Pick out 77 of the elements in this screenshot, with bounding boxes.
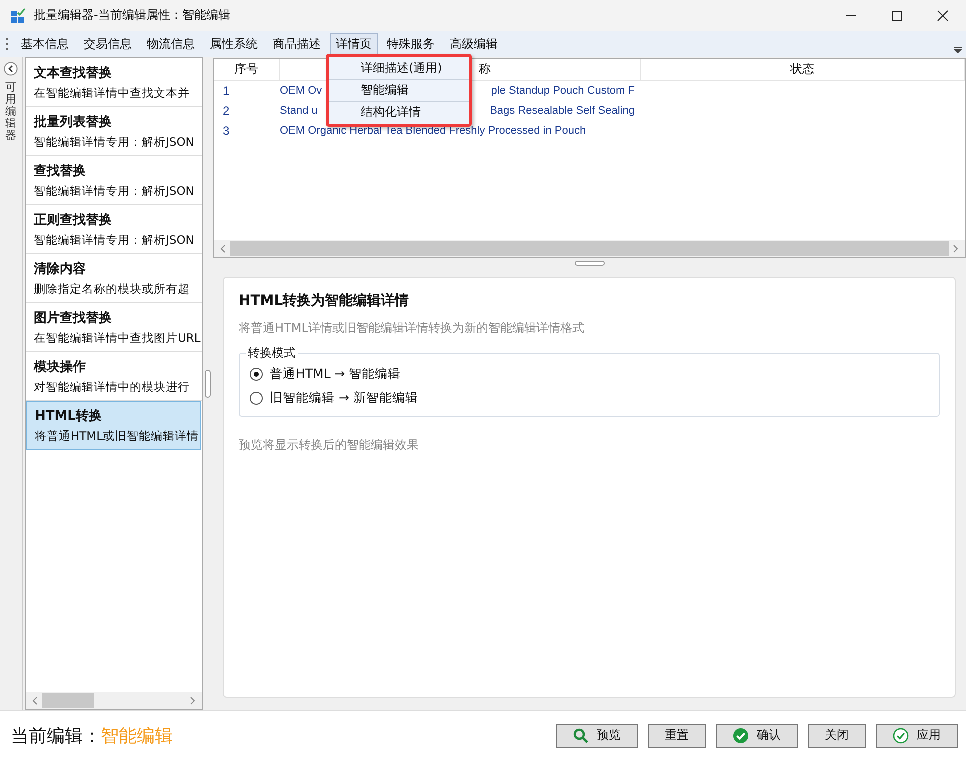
group-label: 转换模式 (246, 345, 298, 362)
maximize-icon[interactable] (891, 10, 903, 22)
editor-title: 正则查找替换 (34, 212, 113, 228)
window-title: 批量编辑器-当前编辑属性：智能编辑 (34, 7, 230, 24)
editor-description: 智能编辑详情专用：解析JSON (34, 232, 196, 248)
splitter-handle[interactable] (574, 260, 604, 266)
table-cell-text: 1 (222, 84, 231, 98)
action-button[interactable]: 重置 (648, 724, 706, 748)
editor-description: 智能编辑详情专用：解析JSON (34, 184, 196, 198)
editor-title: 批量列表替换 (34, 114, 113, 130)
horizontal-scrollbar[interactable] (26, 692, 202, 709)
editor-title: 图片查找替换 (34, 310, 113, 326)
table-cell: ple Standup Pouch Custom F (491, 85, 635, 97)
menu-item[interactable]: 特殊服务 (381, 32, 441, 56)
check-circle-icon (733, 728, 749, 744)
editor-list-item[interactable]: 文本查找替换 在智能编辑详情中查找文本并 (26, 58, 202, 107)
table-cell: Stand u (280, 105, 318, 117)
status-value: 智能编辑 (101, 724, 173, 748)
action-button[interactable]: 确认 (716, 724, 798, 748)
editor-title: 查找替换 (34, 162, 87, 180)
menu-item[interactable]: 基本信息 (15, 32, 75, 56)
editor-list-item[interactable]: HTML转换 将普通HTML或旧智能编辑详情 (26, 401, 201, 450)
menu-option[interactable]: 详细描述(通用) (329, 58, 469, 80)
menu-item[interactable]: 物流信息 (141, 32, 201, 56)
editor-list-item[interactable]: 正则查找替换 智能编辑详情专用：解析JSON (26, 205, 202, 254)
editor-list-item[interactable]: 批量列表替换 智能编辑详情专用：解析JSON (26, 107, 202, 156)
action-button[interactable]: 关闭 (808, 724, 866, 748)
editor-description: 对智能编辑详情中的模块进行 (34, 380, 191, 394)
table-cell-text: 3 (222, 124, 231, 138)
table-cell: Bags Resealable Self Sealing (490, 105, 635, 117)
menu-item[interactable]: 属性系统 (204, 32, 264, 56)
action-button[interactable]: 应用 (876, 724, 958, 748)
panel-subtitle: 将普通HTML详情或旧智能编辑详情转换为新的智能编辑详情格式 (239, 320, 586, 337)
scroll-thumb[interactable] (230, 241, 949, 256)
editor-title: 模块操作 (34, 358, 87, 376)
scroll-right-icon[interactable] (190, 696, 196, 704)
editor-description: 在智能编辑详情中查找文本并 (34, 86, 191, 100)
app-icon (10, 8, 26, 24)
menu-option[interactable]: 结构化详情 (329, 102, 469, 123)
editor-description: 将普通HTML或旧智能编辑详情 (35, 429, 200, 444)
splitter-handle[interactable] (205, 370, 211, 398)
column-header[interactable]: 序号 (214, 59, 280, 80)
editor-description: 删除指定名称的模块或所有超 (34, 282, 191, 296)
menu-item[interactable]: 详情页 (330, 32, 378, 56)
search-icon (573, 728, 589, 744)
editor-list-item[interactable]: 图片查找替换 在智能编辑详情中查找图片URL (26, 303, 202, 352)
editor-list-item[interactable]: 清除内容 删除指定名称的模块或所有超 (26, 254, 202, 303)
column-header[interactable]: 状态 (641, 59, 965, 80)
table-cell-text: 2 (222, 104, 231, 118)
editor-description: 智能编辑详情专用：解析JSON (34, 134, 196, 150)
sidebar-toggle-label[interactable]: 可用编辑器 (6, 82, 16, 142)
overflow-caret-icon[interactable] (954, 47, 962, 53)
grip-icon (6, 36, 9, 52)
panel-title: HTML转换为智能编辑详情 (239, 292, 410, 310)
scroll-left-icon[interactable] (220, 244, 226, 252)
check-circle-icon (893, 728, 909, 744)
collapse-icon[interactable] (4, 62, 18, 76)
scroll-left-icon[interactable] (32, 696, 38, 704)
editor-title: HTML转换 (35, 408, 103, 425)
preview-hint: 预览将显示转换后的智能编辑效果 (239, 437, 420, 454)
menu-option[interactable]: 智能编辑 (329, 80, 469, 102)
horizontal-scrollbar[interactable] (214, 240, 965, 257)
scroll-right-icon[interactable] (953, 244, 959, 252)
table-cell: OEM Ov (280, 85, 322, 97)
radio-option[interactable]: 旧智能编辑 → 新智能编辑 (250, 386, 929, 410)
menu-item[interactable]: 交易信息 (78, 32, 138, 56)
status-label: 当前编辑： (11, 724, 101, 748)
editor-list-item[interactable]: 查找替换 智能编辑详情专用：解析JSON (26, 156, 202, 205)
scroll-thumb[interactable] (42, 693, 94, 708)
close-icon[interactable] (937, 10, 949, 22)
menu-item[interactable]: 商品描述 (267, 32, 327, 56)
menu-item[interactable]: 高级编辑 (444, 32, 504, 56)
editor-title: 清除内容 (34, 260, 87, 278)
radio-option[interactable]: 普通HTML → 智能编辑 (250, 362, 929, 386)
action-button[interactable]: 预览 (556, 724, 638, 748)
editor-description: 在智能编辑详情中查找图片URL (34, 330, 202, 346)
editor-title: 文本查找替换 (34, 64, 113, 82)
